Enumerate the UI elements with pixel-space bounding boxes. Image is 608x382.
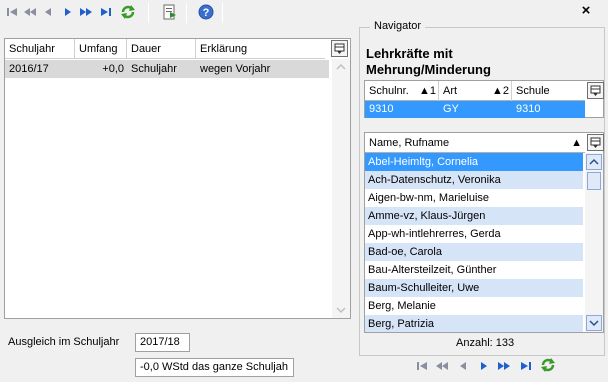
previous-page-icon[interactable] bbox=[22, 4, 38, 20]
cell-dauer: Schuljahr bbox=[131, 63, 177, 75]
cell-schule: 9310 bbox=[516, 103, 541, 115]
next-page-icon[interactable] bbox=[78, 4, 94, 20]
scroll-thumb[interactable] bbox=[587, 172, 601, 190]
column-chooser-icon[interactable] bbox=[587, 82, 604, 99]
next-record-icon[interactable] bbox=[476, 358, 492, 374]
navigator-heading-line1: Lehrkräfte mit bbox=[366, 46, 453, 61]
column-header-art-label: Art bbox=[443, 85, 458, 97]
first-record-icon[interactable] bbox=[414, 358, 430, 374]
column-header-name[interactable]: Name, Rufname ▲ bbox=[365, 133, 585, 153]
school-grid-header: Schulnr. ▲1 Art ▲2 Schule bbox=[365, 81, 585, 101]
toolbar-separator bbox=[186, 3, 187, 23]
column-chooser-icon[interactable] bbox=[587, 134, 604, 151]
sort-asc-icon: ▲ bbox=[571, 137, 582, 149]
list-item[interactable]: Baum-Schulleiter, Uwe bbox=[365, 279, 583, 297]
first-record-icon[interactable] bbox=[4, 4, 20, 20]
mehrung-grid: Schuljahr Umfang Dauer Erklärung 2016/17… bbox=[4, 38, 351, 319]
refresh-icon[interactable] bbox=[540, 357, 556, 373]
export-icon[interactable] bbox=[162, 4, 178, 20]
list-item[interactable]: Aigen-bw-nm, Marieluise bbox=[365, 189, 583, 207]
cell-schulnr: 9310 bbox=[369, 103, 394, 115]
navigator-title: Navigator bbox=[370, 20, 426, 32]
cell-umfang: +0,0 bbox=[102, 63, 124, 75]
next-page-icon[interactable] bbox=[496, 358, 512, 374]
scroll-up-icon[interactable] bbox=[332, 59, 350, 75]
sort-asc-icon: ▲1 bbox=[418, 85, 436, 97]
list-item[interactable]: Amme-vz, Klaus-Jürgen bbox=[365, 207, 583, 225]
previous-record-icon[interactable] bbox=[40, 4, 56, 20]
ausgleich-label: Ausgleich im Schuljahr bbox=[8, 336, 120, 348]
record-count: Anzahl: 133 bbox=[456, 337, 515, 349]
next-record-icon[interactable] bbox=[60, 4, 76, 20]
list-item[interactable]: Ach-Datenschutz, Veronika bbox=[365, 171, 583, 189]
column-header-schuljahr[interactable]: Schuljahr bbox=[5, 39, 75, 59]
teacher-list-header: Name, Rufname ▲ bbox=[365, 133, 585, 153]
column-chooser-icon[interactable] bbox=[331, 40, 348, 57]
column-header-dauer[interactable]: Dauer bbox=[127, 39, 196, 59]
previous-page-icon[interactable] bbox=[434, 358, 450, 374]
refresh-icon[interactable] bbox=[120, 4, 136, 20]
school-row[interactable]: 9310 GY 9310 bbox=[365, 101, 585, 118]
scroll-down-icon[interactable] bbox=[332, 302, 350, 318]
cell-art: GY bbox=[443, 103, 459, 115]
cell-erklaerung: wegen Vorjahr bbox=[200, 63, 271, 75]
column-header-schulnr-label: Schulnr. bbox=[369, 85, 409, 97]
toolbar: ? × bbox=[0, 0, 608, 26]
scroll-down-icon[interactable] bbox=[586, 315, 602, 331]
column-header-name-label: Name, Rufname bbox=[369, 137, 450, 149]
toolbar-separator bbox=[148, 3, 149, 23]
grid-header: Schuljahr Umfang Dauer Erklärung bbox=[5, 39, 325, 59]
table-row[interactable]: 2016/17 +0,0 Schuljahr wegen Vorjahr bbox=[5, 60, 329, 78]
scroll-up-icon[interactable] bbox=[586, 154, 602, 170]
school-grid: Schulnr. ▲1 Art ▲2 Schule 9310 GY 9310 bbox=[364, 80, 604, 118]
vertical-scrollbar[interactable] bbox=[332, 59, 350, 318]
column-header-art[interactable]: Art ▲2 bbox=[439, 81, 512, 101]
help-icon[interactable]: ? bbox=[198, 4, 214, 20]
list-item[interactable]: Berg, Melanie bbox=[365, 297, 583, 315]
list-item[interactable]: Bau-Altersteilzeit, Günther bbox=[365, 261, 583, 279]
sort-order-1: 1 bbox=[429, 85, 436, 97]
vertical-scrollbar[interactable] bbox=[585, 153, 603, 332]
column-header-schule[interactable]: Schule bbox=[512, 81, 585, 101]
list-item[interactable]: App-wh-intlehrerres, Gerda bbox=[365, 225, 583, 243]
last-record-icon[interactable] bbox=[98, 4, 114, 20]
navigator-heading-line2: Mehrung/Minderung bbox=[366, 62, 491, 77]
list-item[interactable]: Abel-Heimltg, Cornelia bbox=[365, 153, 583, 171]
ausgleich-note-field: -0,0 WStd das ganze Schuljah bbox=[135, 358, 294, 377]
column-header-schulnr[interactable]: Schulnr. ▲1 bbox=[365, 81, 439, 101]
navigator-heading: Lehrkräfte mit Mehrung/Minderung bbox=[366, 46, 491, 78]
cell-schuljahr: 2016/17 bbox=[9, 63, 49, 75]
previous-record-icon[interactable] bbox=[455, 358, 471, 374]
svg-text:?: ? bbox=[203, 7, 210, 19]
sort-order-2: 2 bbox=[502, 85, 509, 97]
close-icon[interactable]: × bbox=[578, 3, 594, 19]
column-header-erklaerung[interactable]: Erklärung bbox=[196, 39, 325, 59]
toolbar-separator bbox=[222, 3, 223, 23]
teacher-list: Name, Rufname ▲ Abel-Heimltg, Cornelia A… bbox=[364, 132, 604, 333]
ausgleich-schuljahr-field[interactable]: 2017/18 bbox=[135, 333, 190, 352]
last-record-icon[interactable] bbox=[518, 358, 534, 374]
sort-asc-icon: ▲2 bbox=[491, 85, 509, 97]
list-item[interactable]: Berg, Patrizia bbox=[365, 315, 583, 332]
list-item[interactable]: Bad-oe, Carola bbox=[365, 243, 583, 261]
column-header-umfang[interactable]: Umfang bbox=[75, 39, 127, 59]
